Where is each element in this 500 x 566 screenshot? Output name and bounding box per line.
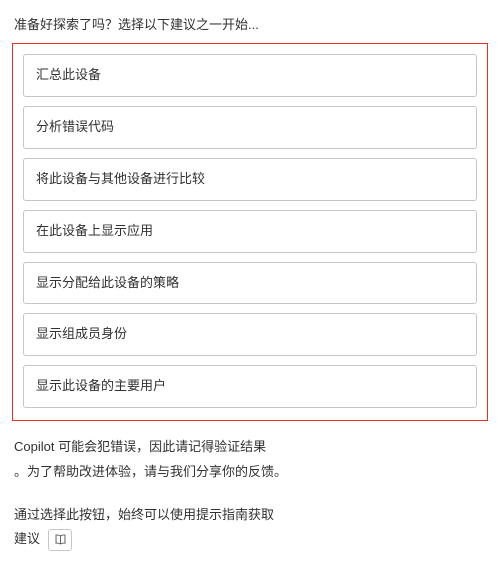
suggestion-summarize-device[interactable]: 汇总此设备 — [23, 54, 477, 97]
prompt-guide-button[interactable] — [48, 529, 72, 551]
disclaimer-line2: 。为了帮助改进体验，请与我们分享你的反馈。 — [14, 460, 488, 485]
disclaimer-line1: Copilot 可能会犯错误，因此请记得验证结果 — [14, 439, 266, 454]
suggestions-panel: 汇总此设备 分析错误代码 将此设备与其他设备进行比较 在此设备上显示应用 显示分… — [12, 43, 488, 421]
suggestion-show-policies[interactable]: 显示分配给此设备的策略 — [23, 262, 477, 305]
prompt-guide-hint: 通过选择此按钮，始终可以使用提示指南获取 建议 — [14, 503, 488, 552]
book-icon — [54, 533, 67, 546]
suggestion-analyze-error-code[interactable]: 分析错误代码 — [23, 106, 477, 149]
suggestion-show-primary-user[interactable]: 显示此设备的主要用户 — [23, 365, 477, 408]
guide-line2-label: 建议 — [14, 527, 40, 552]
disclaimer-text: Copilot 可能会犯错误，因此请记得验证结果 。为了帮助改进体验，请与我们分… — [14, 435, 488, 484]
guide-line1: 通过选择此按钮，始终可以使用提示指南获取 — [14, 503, 488, 528]
suggestion-show-group-membership[interactable]: 显示组成员身份 — [23, 313, 477, 356]
intro-text: 准备好探索了吗？选择以下建议之一开始... — [14, 14, 488, 33]
suggestion-compare-devices[interactable]: 将此设备与其他设备进行比较 — [23, 158, 477, 201]
suggestion-show-apps[interactable]: 在此设备上显示应用 — [23, 210, 477, 253]
